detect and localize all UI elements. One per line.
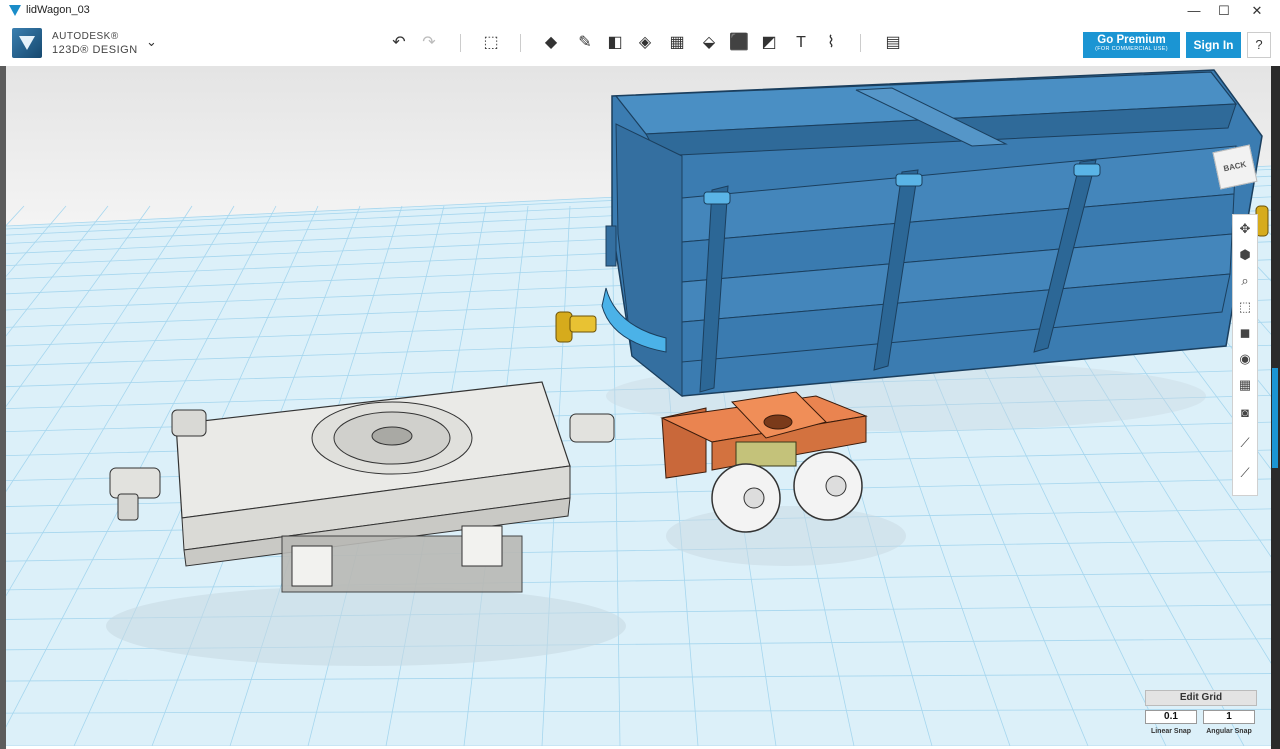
brand-autodesk: AUTODESK® (52, 31, 119, 42)
minimize-icon[interactable]: — (1177, 0, 1211, 22)
scene-canvas[interactable] (6, 66, 1271, 746)
go-premium-label: Go Premium (1097, 34, 1166, 46)
go-premium-sublabel: (FOR COMMERCIAL USE) (1095, 46, 1168, 52)
pattern-icon[interactable]: ▦ (666, 32, 688, 54)
maximize-icon[interactable]: ☐ (1207, 0, 1241, 22)
text-icon[interactable]: T (790, 32, 812, 54)
wagon-body[interactable] (601, 69, 1263, 398)
modify-icon[interactable]: ◈ (634, 32, 656, 54)
snap-icon[interactable]: ⌇ (820, 32, 842, 54)
grouping-icon[interactable]: ⬙ (698, 32, 720, 54)
material-icon[interactable]: ▤ (882, 32, 904, 54)
autodesk-logo-icon[interactable] (12, 28, 42, 58)
zoom-icon[interactable]: ⌕ (1233, 271, 1257, 291)
view-cube-icon[interactable]: ◼ (1233, 323, 1257, 343)
combine-icon[interactable]: ⬛ (728, 32, 750, 54)
edit-grid-button[interactable]: Edit Grid (1145, 690, 1257, 706)
construct-icon[interactable]: ◧ (604, 32, 626, 54)
angular-snap-input[interactable]: 1 (1203, 710, 1255, 724)
go-premium-button[interactable]: Go Premium (FOR COMMERCIAL USE) (1083, 32, 1180, 58)
sign-in-button[interactable]: Sign In (1186, 32, 1241, 58)
app-menu-chevron-icon[interactable]: ⌄ (146, 34, 157, 50)
primitives-icon[interactable]: ◆ (540, 32, 562, 54)
toolbar-separator (520, 34, 521, 52)
grid-icon[interactable]: ▦ (1233, 375, 1257, 395)
angular-snap-label: Angular Snap (1206, 728, 1252, 735)
bogie-shadow (666, 506, 906, 566)
toolbar-separator (860, 34, 861, 52)
sketch-icon[interactable]: ✎ (574, 32, 596, 54)
transform-icon[interactable]: ⬚ (480, 32, 502, 54)
app-icon (9, 5, 21, 16)
chassis-shadow (106, 586, 626, 666)
help-button[interactable]: ? (1247, 32, 1271, 58)
material-view-icon[interactable]: ⟋ (1233, 433, 1257, 453)
edit-grid-panel: Edit Grid 0.1 1 Linear Snap Angular Snap (1145, 690, 1257, 740)
visibility-icon[interactable]: ◉ (1233, 349, 1257, 369)
undo-icon[interactable]: ↶ (388, 32, 410, 54)
orbit-icon[interactable]: ⬢ (1233, 245, 1257, 265)
render-icon[interactable]: ⟋ (1233, 463, 1257, 483)
close-icon[interactable]: ✕ (1240, 0, 1274, 22)
linear-snap-label: Linear Snap (1150, 728, 1192, 735)
title-bar: lidWagon_03 — ☐ ✕ (0, 0, 1280, 23)
navigation-bar: ✥ ⬢ ⌕ ⬚ ◼ ◉ ▦ ◙ ⟋ ⟋ (1232, 214, 1258, 496)
main-toolbar: AUTODESK® 123D® DESIGN ⌄ ↶ ↷ ⬚ ◆ ✎ ◧ ◈ ▦ ⬙ ⬛ ◩ T ⌇ ▤ … (0, 22, 1280, 67)
window-title: lidWagon_03 (26, 4, 90, 16)
measure-icon[interactable]: ◩ (758, 32, 780, 54)
toolbar-separator (460, 34, 461, 52)
3d-viewport[interactable]: BACK ✥ ⬢ ⌕ ⬚ ◼ ◉ ▦ ◙ ⟋ ⟋ Edit Grid 0.1 1 Linear S… (6, 66, 1271, 746)
redo-icon[interactable]: ↷ (418, 32, 440, 54)
linear-snap-input[interactable]: 0.1 (1145, 710, 1197, 724)
brand-app-name: 123D® DESIGN (52, 44, 138, 56)
pan-icon[interactable]: ✥ (1233, 219, 1257, 239)
camera-icon[interactable]: ◙ (1233, 403, 1257, 423)
scroll-thumb[interactable] (1272, 368, 1278, 468)
fit-icon[interactable]: ⬚ (1233, 297, 1257, 317)
scrollbar-edge[interactable] (1271, 66, 1280, 749)
view-cube[interactable]: BACK (1212, 144, 1258, 190)
